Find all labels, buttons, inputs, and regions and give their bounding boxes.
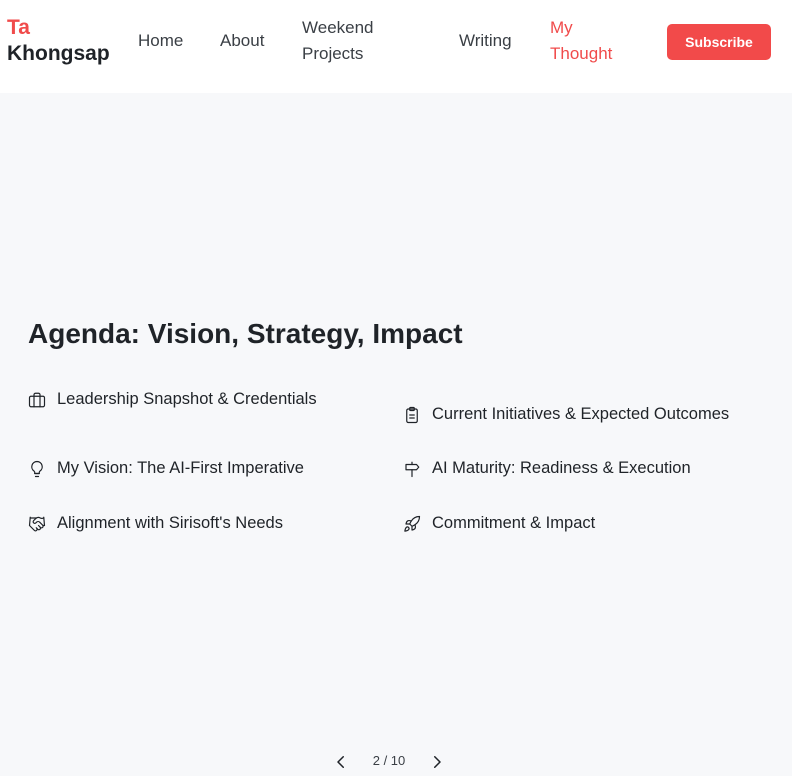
clipboard-icon	[403, 406, 421, 424]
brand-last-name: Khongsap	[7, 42, 110, 65]
agenda-item-label: Current Initiatives & Expected Outcomes	[432, 405, 730, 423]
nav-my-thought[interactable]: My Thought	[550, 15, 630, 67]
agenda-item-initiatives: Current Initiatives & Expected Outcomes	[403, 405, 729, 424]
slide-counter: 2 / 10	[372, 753, 406, 768]
nav-weekend-projects[interactable]: Weekend Projects	[302, 15, 412, 67]
agenda-item-maturity: AI Maturity: Readiness & Execution	[403, 459, 691, 478]
chevron-left-icon	[337, 756, 344, 768]
agenda-item-label: Alignment with Sirisoft's Needs	[57, 514, 283, 532]
nav-about[interactable]: About	[220, 28, 264, 54]
agenda-item-label: Leadership Snapshot & Credentials	[57, 390, 317, 408]
slide-pager: 2 / 10	[0, 752, 792, 772]
lightbulb-icon	[28, 460, 46, 478]
nav-home[interactable]: Home	[138, 28, 183, 54]
agenda-item-vision: My Vision: The AI-First Imperative	[28, 459, 304, 478]
next-slide-button[interactable]	[428, 753, 446, 771]
rocket-icon	[403, 515, 421, 533]
agenda-item-label: AI Maturity: Readiness & Execution	[432, 459, 691, 477]
slide-title: Agenda: Vision, Strategy, Impact	[28, 318, 463, 349]
agenda-item-label: My Vision: The AI-First Imperative	[57, 459, 304, 477]
brand-first-name: Ta	[7, 16, 30, 39]
prev-slide-button[interactable]	[332, 753, 350, 771]
nav-writing[interactable]: Writing	[459, 28, 512, 54]
signpost-icon	[403, 460, 421, 478]
agenda-item-alignment: Alignment with Sirisoft's Needs	[28, 514, 283, 533]
agenda-item-commitment: Commitment & Impact	[403, 514, 595, 533]
site-header: Ta Khongsap Home About Weekend Projects …	[0, 0, 792, 93]
agenda-item-label: Commitment & Impact	[432, 514, 596, 532]
brand-logo[interactable]: Ta Khongsap	[7, 15, 110, 67]
chevron-right-icon	[434, 756, 441, 768]
subscribe-button[interactable]: Subscribe	[667, 24, 771, 60]
agenda-item-leadership: Leadership Snapshot & Credentials	[28, 390, 317, 409]
briefcase-icon	[28, 391, 46, 409]
handshake-icon	[28, 515, 46, 533]
